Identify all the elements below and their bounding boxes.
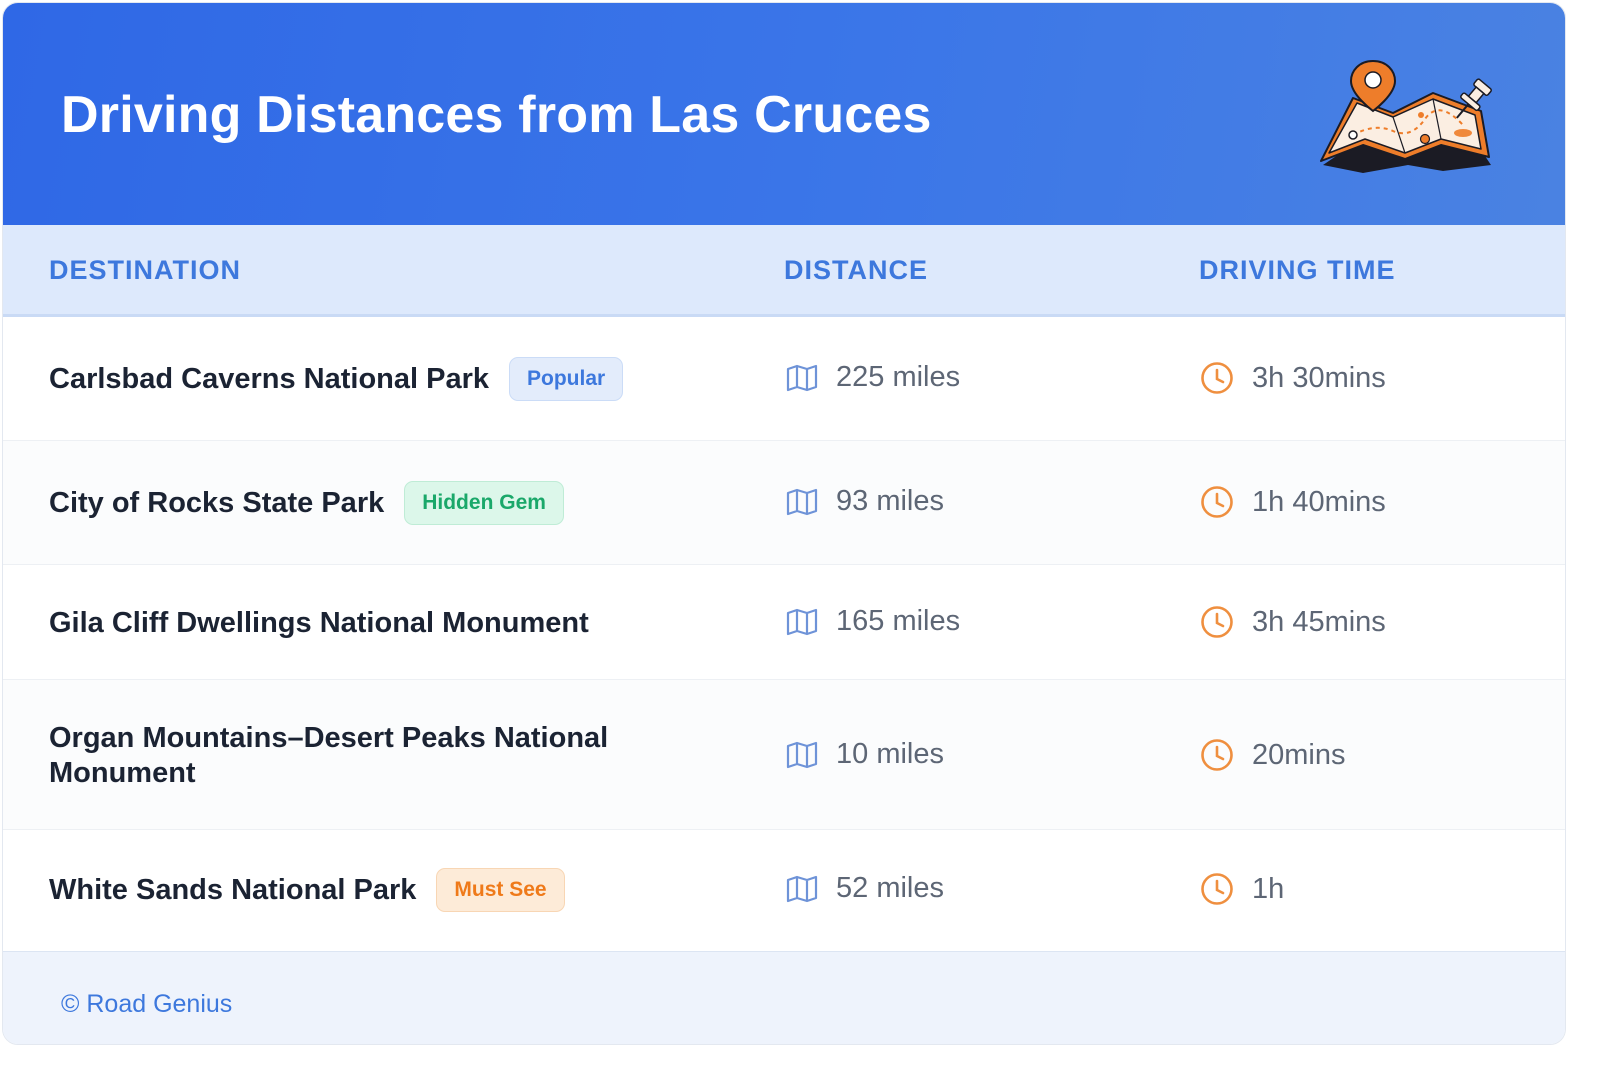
time-cell: 20mins (1200, 738, 1346, 772)
distance-value: 10 miles (836, 738, 944, 770)
time-value: 1h (1252, 872, 1285, 905)
card-footer: © Road Genius (3, 951, 1565, 1044)
popular-badge: Popular (509, 357, 624, 401)
distance-cell: 93 miles (786, 485, 944, 518)
map-icon (786, 488, 818, 516)
destination-name: White Sands National Park (49, 873, 417, 906)
table-header: DESTINATION DISTANCE DRIVING TIME (3, 225, 1565, 317)
distance-value: 225 miles (836, 361, 961, 393)
destination-name: City of Rocks State Park (49, 486, 385, 519)
table-row: Gila Cliff Dwellings National Monument 1… (3, 565, 1565, 680)
destination-cell: City of Rocks State Park Hidden Gem (49, 481, 564, 525)
table-row: Carlsbad Caverns National Park Popular 2… (3, 317, 1565, 441)
distance-cell: 52 miles (786, 872, 944, 905)
distance-cell: 225 miles (786, 361, 960, 394)
map-with-pins-icon (1320, 59, 1492, 173)
table-row: White Sands National Park Must See 52 mi… (3, 830, 1565, 951)
map-icon (786, 608, 818, 636)
clock-icon (1200, 361, 1234, 395)
destination-name: Organ Mountains–Desert Peaks National Mo… (49, 722, 609, 789)
time-value: 20mins (1252, 738, 1346, 771)
clock-icon (1200, 738, 1234, 772)
time-value: 3h 30mins (1252, 361, 1386, 394)
column-header-distance: DISTANCE (784, 255, 929, 285)
destination-name: Gila Cliff Dwellings National Monument (49, 607, 589, 639)
time-value: 1h 40mins (1252, 485, 1386, 518)
table-row: Organ Mountains–Desert Peaks National Mo… (3, 680, 1565, 830)
destination-name: Carlsbad Caverns National Park (49, 362, 490, 395)
map-icon (786, 875, 818, 903)
page-title: Driving Distances from Las Cruces (61, 86, 932, 144)
must-see-badge: Must See (436, 868, 565, 912)
distance-cell: 10 miles (786, 738, 944, 771)
destination-cell: Carlsbad Caverns National Park Popular (49, 357, 624, 401)
copyright-text: © Road Genius (61, 990, 233, 1018)
distance-value: 93 miles (836, 485, 944, 517)
time-value: 3h 45mins (1252, 605, 1386, 638)
distance-card: Driving Distances from Las Cruces DESTIN… (2, 2, 1566, 1045)
clock-icon (1200, 485, 1234, 519)
table-row: City of Rocks State Park Hidden Gem 93 m… (3, 441, 1565, 565)
clock-icon (1200, 872, 1234, 906)
column-header-destination: DESTINATION (49, 255, 241, 285)
column-header-driving-time: DRIVING TIME (1199, 255, 1396, 285)
time-cell: 3h 30mins (1200, 361, 1386, 395)
distance-value: 52 miles (836, 872, 944, 904)
map-icon (786, 741, 818, 769)
time-cell: 3h 45mins (1200, 605, 1386, 639)
destination-cell: White Sands National Park Must See (49, 868, 565, 912)
card-header: Driving Distances from Las Cruces (3, 3, 1565, 225)
time-cell: 1h 40mins (1200, 485, 1386, 519)
distance-value: 165 miles (836, 605, 961, 637)
time-cell: 1h (1200, 872, 1284, 906)
hidden-gem-badge: Hidden Gem (404, 481, 564, 525)
clock-icon (1200, 605, 1234, 639)
distance-cell: 165 miles (786, 605, 960, 638)
map-icon (786, 364, 818, 392)
